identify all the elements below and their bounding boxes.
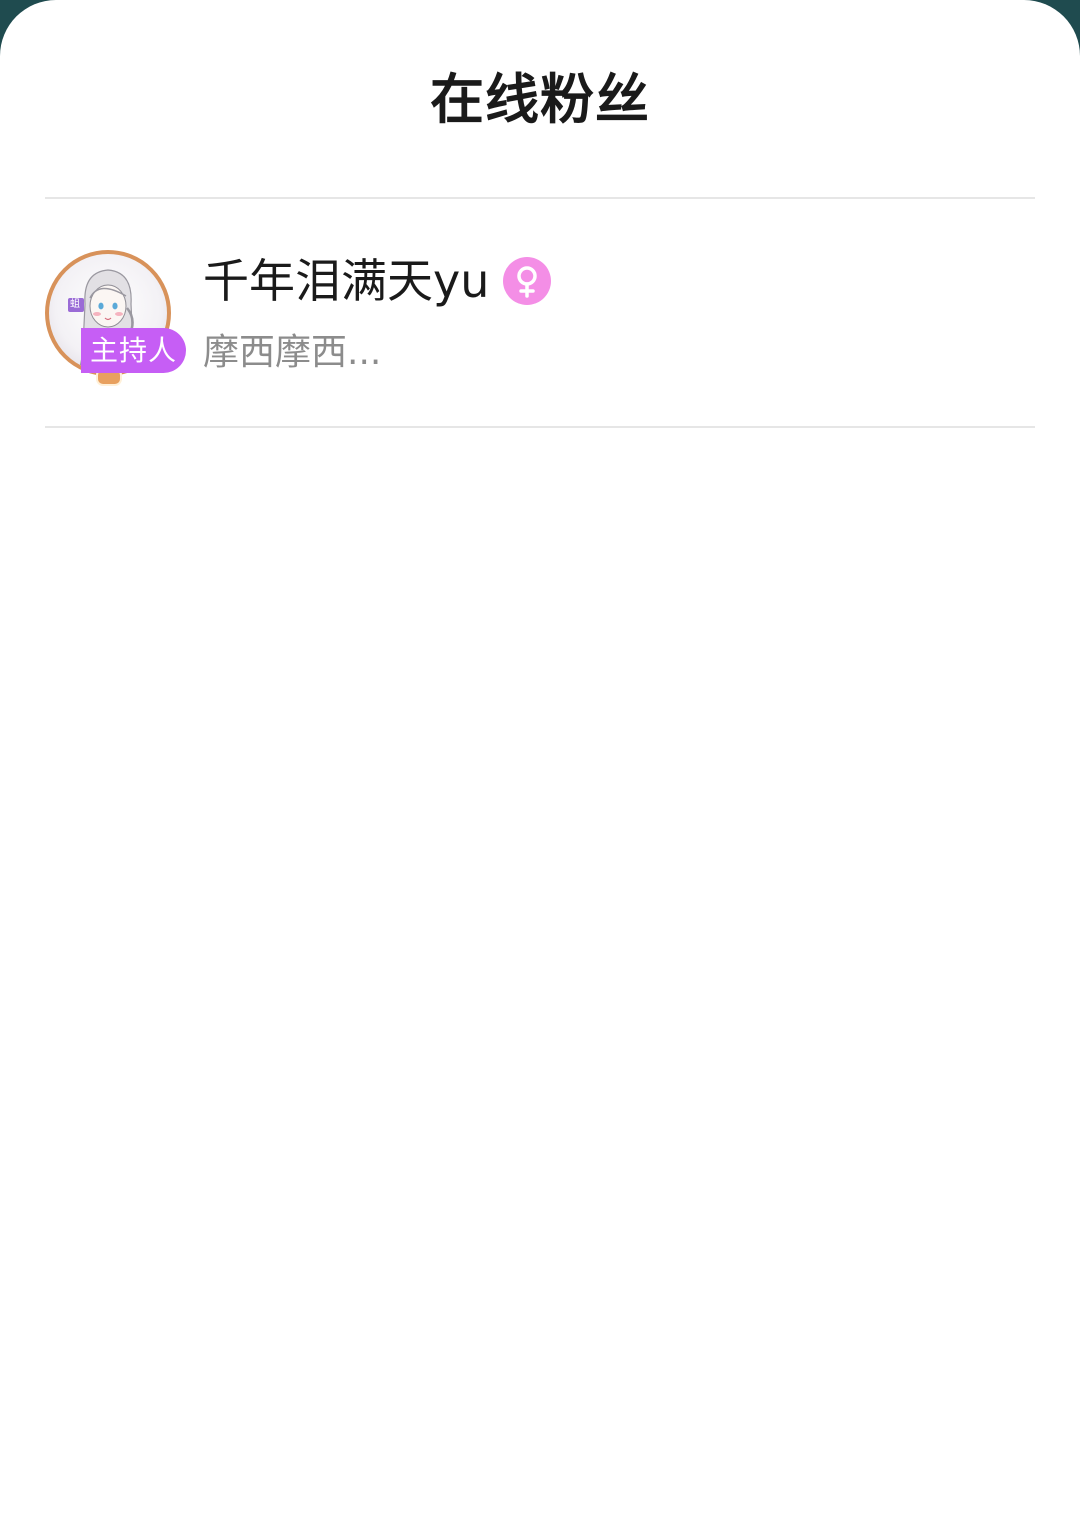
host-role-badge: 主持人 — [81, 328, 186, 373]
female-icon — [503, 257, 552, 305]
online-fans-sheet: 在线粉丝 蛆 主持人 千年泪满天yu 摩西摩西... — [0, 0, 1080, 1539]
avatar-tag: 蛆 — [70, 299, 80, 310]
sheet-title: 在线粉丝 — [430, 68, 650, 131]
fan-name: 千年泪满天yu — [203, 254, 490, 308]
list-item-divider — [45, 426, 1035, 428]
avatar[interactable]: 蛆 主持人 — [45, 250, 186, 386]
fan-list-item[interactable]: 蛆 主持人 千年泪满天yu 摩西摩西... — [45, 199, 1035, 426]
fan-name-row: 千年泪满天yu — [203, 249, 552, 313]
fan-subtitle: 摩西摩西... — [203, 332, 382, 373]
